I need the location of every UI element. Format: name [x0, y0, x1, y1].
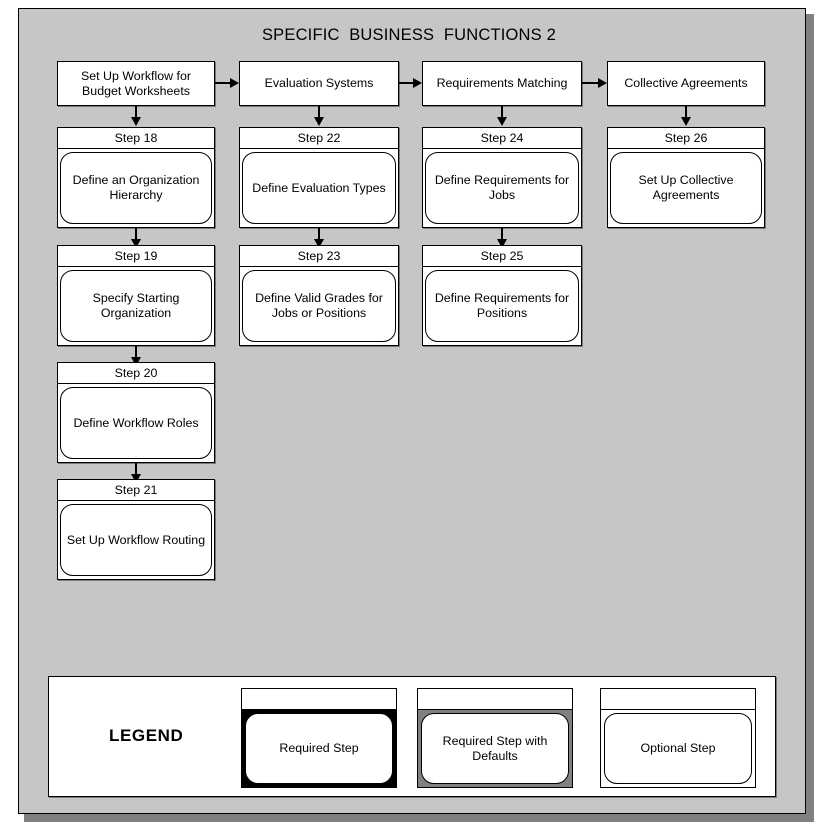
step-label-22: Define Evaluation Types: [242, 152, 396, 224]
legend-label-optional-step: Optional Step: [604, 713, 752, 784]
step-number-23: Step 23: [240, 246, 398, 267]
step-box-19[interactable]: Step 19 Specify Starting Organization: [57, 245, 215, 346]
step-number-20: Step 20: [58, 363, 214, 384]
step-box-24[interactable]: Step 24 Define Requirements for Jobs: [422, 127, 582, 228]
step-label-24: Define Requirements for Jobs: [425, 152, 579, 224]
legend-item-fill-required-step-with-defaults: Required Step with Defaults: [418, 710, 572, 787]
column-header-box-2[interactable]: Evaluation Systems: [239, 61, 399, 106]
step-label-26: Set Up Collective Agreements: [610, 152, 762, 224]
step-body-22: Define Evaluation Types: [240, 149, 398, 227]
legend-item-fill-required-step: Required Step: [242, 710, 396, 787]
header-connector-line-1-2: [215, 82, 230, 84]
header-connector-line-2-3: [399, 82, 413, 84]
connector-arrow-c1-head-s18: [130, 117, 141, 126]
legend-item-header-optional-step: [601, 689, 755, 710]
diagram-canvas: SPECIFIC BUSINESS FUNCTIONS 2 Set Up Wor…: [0, 0, 818, 826]
legend-panel: LEGEND Required Step Required Step with …: [48, 676, 776, 797]
page-title: SPECIFIC BUSINESS FUNCTIONS 2: [261, 26, 557, 44]
step-label-20: Define Workflow Roles: [60, 387, 212, 459]
step-box-20[interactable]: Step 20 Define Workflow Roles: [57, 362, 215, 463]
step-label-19: Specify Starting Organization: [60, 270, 212, 342]
step-label-21: Set Up Workflow Routing: [60, 504, 212, 576]
legend-label-required-step-with-defaults: Required Step with Defaults: [421, 713, 569, 784]
step-box-26[interactable]: Step 26 Set Up Collective Agreements: [607, 127, 765, 228]
step-box-23[interactable]: Step 23 Define Valid Grades for Jobs or …: [239, 245, 399, 346]
legend-item-fill-optional-step: Optional Step: [601, 710, 755, 787]
legend-item-header-required-step: [242, 689, 396, 710]
step-number-24: Step 24: [423, 128, 581, 149]
step-label-25: Define Requirements for Positions: [425, 270, 579, 342]
column-header-label-1: Set Up Workflow for Budget Worksheets: [81, 68, 191, 98]
step-body-19: Specify Starting Organization: [58, 267, 214, 345]
step-body-26: Set Up Collective Agreements: [608, 149, 764, 227]
step-box-21[interactable]: Step 21 Set Up Workflow Routing: [57, 479, 215, 580]
step-label-23: Define Valid Grades for Jobs or Position…: [242, 270, 396, 342]
header-connector-arrow-1-2: [230, 77, 239, 88]
header-connector-line-3-4: [582, 82, 598, 84]
step-body-20: Define Workflow Roles: [58, 384, 214, 462]
column-header-box-1[interactable]: Set Up Workflow for Budget Worksheets: [57, 61, 215, 106]
step-label-18: Define an Organization Hierarchy: [60, 152, 212, 224]
step-number-22: Step 22: [240, 128, 398, 149]
connector-arrow-c3-head-s24: [496, 117, 507, 126]
legend-title: LEGEND: [109, 726, 184, 745]
column-header-box-4[interactable]: Collective Agreements: [607, 61, 765, 106]
step-number-21: Step 21: [58, 480, 214, 501]
step-box-25[interactable]: Step 25 Define Requirements for Position…: [422, 245, 582, 346]
column-header-label-2: Evaluation Systems: [264, 76, 374, 90]
legend-item-required-step: Required Step: [241, 688, 397, 788]
column-header-label-4: Collective Agreements: [624, 76, 748, 90]
legend-item-header-required-step-with-defaults: [418, 689, 572, 710]
header-connector-arrow-2-3: [413, 77, 422, 88]
connector-arrow-c4-head-s26: [680, 117, 691, 126]
step-body-18: Define an Organization Hierarchy: [58, 149, 214, 227]
step-number-26: Step 26: [608, 128, 764, 149]
step-number-19: Step 19: [58, 246, 214, 267]
step-body-24: Define Requirements for Jobs: [423, 149, 581, 227]
step-box-18[interactable]: Step 18 Define an Organization Hierarchy: [57, 127, 215, 228]
step-box-22[interactable]: Step 22 Define Evaluation Types: [239, 127, 399, 228]
column-header-label-3: Requirements Matching: [436, 76, 568, 90]
step-number-18: Step 18: [58, 128, 214, 149]
legend-item-required-step-with-defaults: Required Step with Defaults: [417, 688, 573, 788]
step-number-25: Step 25: [423, 246, 581, 267]
column-header-box-3[interactable]: Requirements Matching: [422, 61, 582, 106]
step-body-23: Define Valid Grades for Jobs or Position…: [240, 267, 398, 345]
step-body-21: Set Up Workflow Routing: [58, 501, 214, 579]
legend-label-required-step: Required Step: [245, 713, 393, 784]
connector-arrow-c2-head-s22: [313, 117, 324, 126]
legend-item-optional-step: Optional Step: [600, 688, 756, 788]
step-body-25: Define Requirements for Positions: [423, 267, 581, 345]
header-connector-arrow-3-4: [598, 77, 607, 88]
